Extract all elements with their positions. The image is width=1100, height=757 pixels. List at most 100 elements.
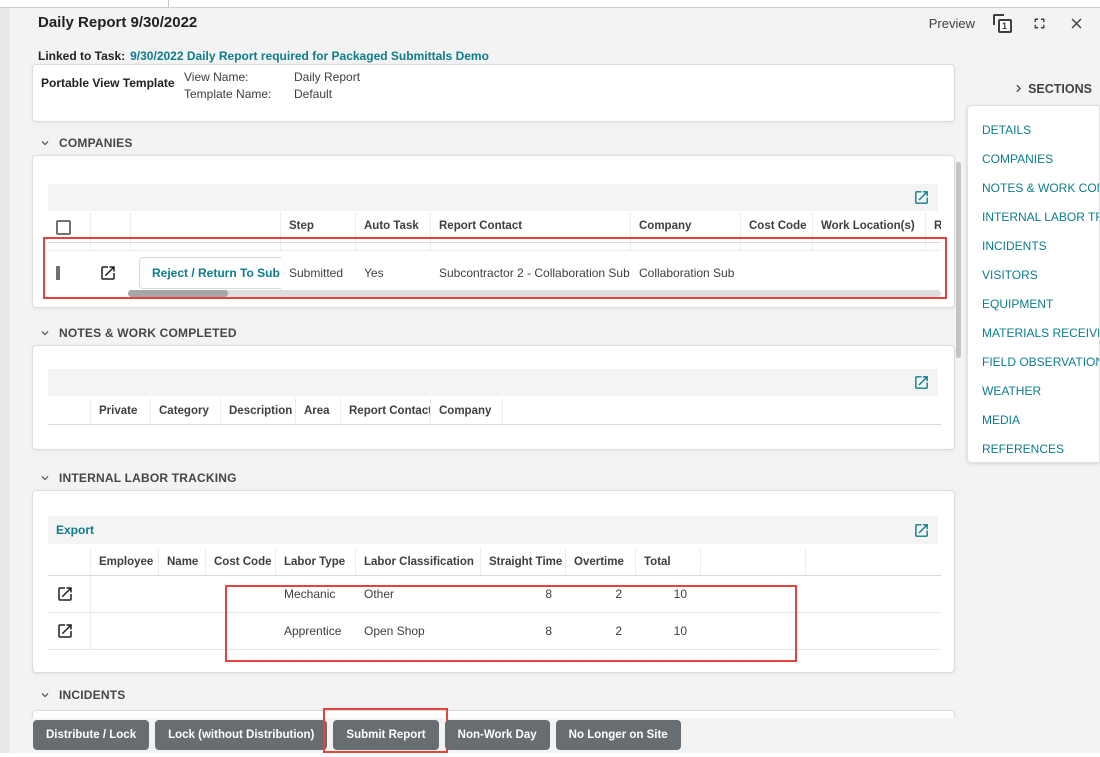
bottom-edge <box>0 753 1100 757</box>
labor-header-row: Employee Name Cost Code Labor Type Labor… <box>48 549 941 576</box>
sidebar-item-field-observations[interactable]: FIELD OBSERVATIONS <box>982 348 1099 377</box>
horizontal-scrollbar-thumb[interactable] <box>128 290 228 297</box>
view-name-label: View Name: <box>184 70 249 84</box>
sidebar-item-companies[interactable]: COMPANIES <box>982 145 1099 174</box>
col-rep-clipped: Rep <box>934 220 941 232</box>
fullscreen-icon[interactable] <box>1029 13 1049 33</box>
col-labor-type: Labor Type <box>276 549 356 575</box>
sidebar-item-details[interactable]: DETAILS <box>982 116 1099 145</box>
section-header-notes[interactable]: NOTES & WORK COMPLETED <box>38 326 237 340</box>
open-in-new-icon[interactable] <box>913 189 930 206</box>
cell-labor-type: Mechanic <box>284 587 336 601</box>
notes-header-row: Private Category Description Area Report… <box>48 398 941 425</box>
col-overtime: Overtime <box>566 549 636 575</box>
header-actions: Preview 1 <box>929 13 1086 33</box>
preview-label[interactable]: Preview <box>929 16 975 31</box>
labor-table-row: Apprentice Open Shop 8 2 10 <box>48 613 941 650</box>
section-header-companies[interactable]: COMPANIES <box>38 136 133 150</box>
details-card: Portable View Template View Name: Daily … <box>32 64 955 122</box>
linked-task-label: Linked to Task: <box>38 49 126 63</box>
panel-divider <box>168 0 169 8</box>
col-employee: Employee <box>91 549 159 575</box>
sections-toggle[interactable]: SECTIONS <box>1011 81 1092 96</box>
cell-auto-task: Yes <box>364 266 384 280</box>
sidebar-item-equipment[interactable]: EQUIPMENT <box>982 290 1099 319</box>
pages-icon[interactable]: 1 <box>992 13 1012 33</box>
footer-actions: Distribute / Lock Lock (without Distribu… <box>33 708 681 753</box>
sidebar-item-materials-received[interactable]: MATERIALS RECEIVED <box>982 319 1099 348</box>
companies-card: Step Auto Task Report Contact Company Co… <box>32 155 955 308</box>
no-longer-on-site-button[interactable]: No Longer on Site <box>555 720 681 750</box>
sidebar-item-internal-labor[interactable]: INTERNAL LABOR TRA... <box>982 203 1099 232</box>
sidebar-item-incidents[interactable]: INCIDENTS <box>982 232 1099 261</box>
portable-view-template-label: Portable View Template <box>41 76 175 90</box>
col-company: Company <box>631 213 741 242</box>
sections-nav-panel: DETAILS COMPANIES NOTES & WORK COMP... I… <box>967 105 1100 463</box>
cell-labor-classification: Other <box>364 587 395 601</box>
chevron-down-icon <box>38 471 52 485</box>
open-in-new-icon[interactable] <box>913 374 930 391</box>
companies-toolbar <box>48 184 938 211</box>
open-row-icon[interactable] <box>99 264 123 282</box>
cell-overtime: 2 <box>615 624 622 638</box>
col-straight-time: Straight Time <box>481 549 566 575</box>
col-work-locations: Work Location(s) <box>813 213 926 242</box>
companies-header-row: Step Auto Task Report Contact Company Co… <box>48 213 941 243</box>
col-step: Step <box>281 213 356 242</box>
left-gutter <box>0 8 10 757</box>
distribute-lock-button[interactable]: Distribute / Lock <box>33 720 150 750</box>
section-title-internal-labor: INTERNAL LABOR TRACKING <box>59 471 237 485</box>
lock-without-distribution-button[interactable]: Lock (without Distribution) <box>155 720 328 750</box>
sections-title: SECTIONS <box>1028 81 1092 96</box>
sidebar-item-references[interactable]: REFERENCES <box>982 435 1099 464</box>
notes-toolbar <box>48 369 938 396</box>
col-auto-task: Auto Task <box>356 213 431 242</box>
horizontal-scrollbar[interactable] <box>128 290 941 297</box>
col-report-contact: Report Contact <box>341 398 431 424</box>
col-report-contact: Report Contact <box>431 213 631 242</box>
labor-table-row: Mechanic Other 8 2 10 <box>48 576 941 613</box>
cell-straight-time: 8 <box>545 624 552 638</box>
section-title-companies: COMPANIES <box>59 136 133 150</box>
cell-labor-classification: Open Shop <box>364 624 425 638</box>
reject-return-to-sub-button[interactable]: Reject / Return To Sub <box>139 257 281 289</box>
sidebar-item-visitors[interactable]: VISITORS <box>982 261 1099 290</box>
top-panel-edge <box>0 0 1100 8</box>
cell-report-contact: Subcontractor 2 - Collaboration Sub <box>439 266 630 280</box>
page-title: Daily Report 9/30/2022 <box>38 14 198 31</box>
col-company: Company <box>431 398 503 424</box>
submit-report-button[interactable]: Submit Report <box>333 720 439 750</box>
template-name-label: Template Name: <box>184 87 272 101</box>
chevron-down-icon <box>38 136 52 150</box>
filter-row <box>48 243 941 251</box>
sidebar-item-notes[interactable]: NOTES & WORK COMP... <box>982 174 1099 203</box>
open-row-icon[interactable] <box>56 622 74 640</box>
col-description: Description <box>221 398 296 424</box>
labor-toolbar: Export <box>48 516 938 544</box>
vertical-scrollbar[interactable] <box>956 162 961 358</box>
template-name-value: Default <box>294 87 333 101</box>
sidebar-item-media[interactable]: MEDIA <box>982 406 1099 435</box>
close-icon[interactable] <box>1066 13 1086 33</box>
col-area: Area <box>296 398 341 424</box>
row-checkbox[interactable] <box>56 266 60 280</box>
section-title-incidents: INCIDENTS <box>59 688 126 702</box>
open-row-icon[interactable] <box>56 585 74 603</box>
section-title-notes: NOTES & WORK COMPLETED <box>59 326 237 340</box>
open-in-new-icon[interactable] <box>913 522 930 539</box>
col-cost-code: Cost Code <box>206 549 276 575</box>
section-header-incidents[interactable]: INCIDENTS <box>38 688 125 702</box>
export-link[interactable]: Export <box>56 523 94 537</box>
view-name-value: Daily Report <box>294 70 361 84</box>
col-private: Private <box>91 398 151 424</box>
select-all-checkbox[interactable] <box>56 220 71 235</box>
section-header-internal-labor[interactable]: INTERNAL LABOR TRACKING <box>38 471 237 485</box>
page-count: 1 <box>997 18 1012 33</box>
labor-card: Export Employee Name Cost Code Labor Typ… <box>32 490 955 673</box>
cell-overtime: 2 <box>615 587 622 601</box>
companies-table-row: Reject / Return To Sub Submitted Yes Sub… <box>48 251 941 295</box>
sidebar-item-weather[interactable]: WEATHER <box>982 377 1099 406</box>
non-work-day-button[interactable]: Non-Work Day <box>444 720 550 750</box>
notes-card: Private Category Description Area Report… <box>32 345 955 450</box>
linked-task-link[interactable]: 9/30/2022 Daily Report required for Pack… <box>130 49 489 63</box>
